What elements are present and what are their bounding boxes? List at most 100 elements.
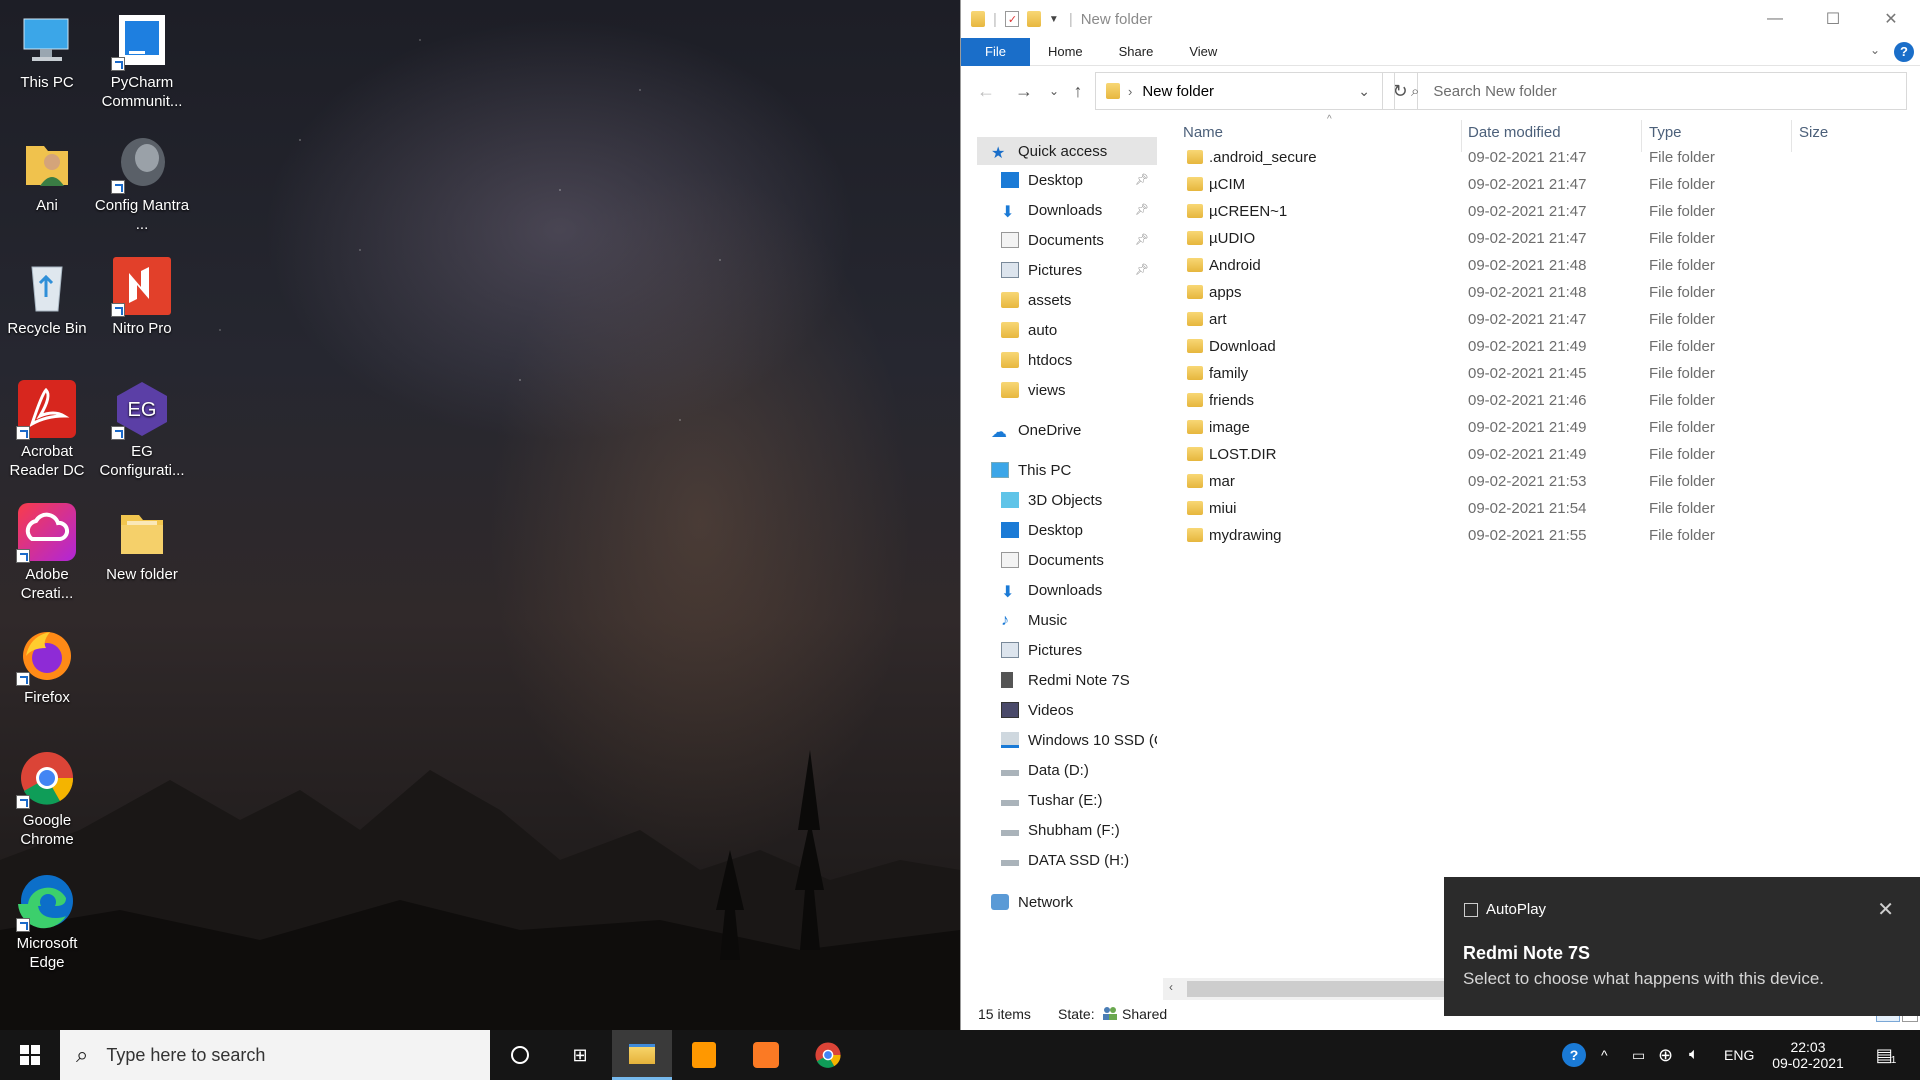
sidebar-item-music[interactable]: ♪ Music xyxy=(1001,606,1157,634)
address-dropdown-icon[interactable]: ⌄ xyxy=(1358,83,1370,100)
sidebar-item-data-ssd-h[interactable]: DATA SSD (H:) xyxy=(1001,846,1157,874)
desktop-icon-microsoft-edge[interactable]: Microsoft Edge xyxy=(0,866,95,972)
file-row[interactable]: art 09-02-2021 21:47 File folder xyxy=(1163,306,1900,333)
sidebar-item-documents[interactable]: Documents 📌︎ xyxy=(1001,226,1157,254)
breadcrumb-current[interactable]: New folder xyxy=(1142,83,1214,100)
desktop-icon-config-mantra[interactable]: Config Mantra ... xyxy=(94,128,190,234)
volume-icon[interactable]: 🔈︎ xyxy=(1689,1030,1699,1080)
maximize-button[interactable]: ☐ xyxy=(1804,0,1862,38)
taskbar-xampp[interactable] xyxy=(736,1030,796,1080)
help-icon[interactable]: ? xyxy=(1894,42,1914,62)
minimize-button[interactable]: — xyxy=(1746,0,1804,38)
sidebar-item-pc-downloads[interactable]: ⬇ Downloads xyxy=(1001,576,1157,604)
tab-share[interactable]: Share xyxy=(1101,38,1172,66)
taskbar-search-box[interactable]: ⌕ Type here to search xyxy=(60,1030,490,1080)
properties-check-icon[interactable]: ✓ xyxy=(1004,11,1019,27)
nitro-pro-icon xyxy=(111,257,171,317)
close-notification-icon[interactable]: ✕ xyxy=(1877,897,1894,922)
file-row[interactable]: mar 09-02-2021 21:53 File folder xyxy=(1163,468,1900,495)
search-input[interactable]: ⌕ Search New folder xyxy=(1394,72,1907,110)
desktop-icon-google-chrome[interactable]: Google Chrome xyxy=(0,743,95,849)
desktop-icon-acrobat-reader[interactable]: Acrobat Reader DC xyxy=(0,374,95,480)
up-arrow-icon[interactable]: ↑ xyxy=(1065,78,1091,104)
taskbar-sublime-text[interactable] xyxy=(674,1030,734,1080)
back-arrow-icon[interactable]: ← xyxy=(973,78,999,104)
cortana-button[interactable] xyxy=(490,1030,550,1080)
sidebar-item-desktop[interactable]: Desktop 📌︎ xyxy=(1001,166,1157,194)
action-center-button[interactable]: ▤ 1 xyxy=(1866,1030,1906,1080)
network-globe-icon[interactable]: ⊕ xyxy=(1658,1030,1673,1080)
file-row[interactable]: image 09-02-2021 21:49 File folder xyxy=(1163,414,1900,441)
tab-view[interactable]: View xyxy=(1171,38,1235,66)
file-row[interactable]: Download 09-02-2021 21:49 File folder xyxy=(1163,333,1900,360)
expand-ribbon-icon[interactable]: ⌄ xyxy=(1870,43,1880,57)
taskbar-file-explorer[interactable] xyxy=(612,1030,672,1080)
pin-icon[interactable]: 📌︎ xyxy=(1135,263,1149,277)
clock[interactable]: 22:03 09-02-2021 xyxy=(1768,1030,1848,1080)
sidebar-item-pc-documents[interactable]: Documents xyxy=(1001,546,1157,574)
file-row[interactable]: apps 09-02-2021 21:48 File folder xyxy=(1163,279,1900,306)
pin-icon[interactable]: 📌︎ xyxy=(1135,233,1149,247)
sidebar-item-onedrive[interactable]: ☁ OneDrive xyxy=(991,416,1157,444)
file-row[interactable]: µUDIO 09-02-2021 21:47 File folder xyxy=(1163,225,1900,252)
start-button[interactable] xyxy=(0,1030,60,1080)
desktop-icon-new-folder[interactable]: New folder xyxy=(94,497,190,584)
sidebar-item-windows-ssd[interactable]: Windows 10 SSD (C xyxy=(1001,726,1157,754)
desktop-icon-nitro-pro[interactable]: Nitro Pro xyxy=(94,251,190,338)
sidebar-item-redmi-note[interactable]: Redmi Note 7S xyxy=(1001,666,1157,694)
scroll-left-icon[interactable]: ‹ xyxy=(1169,980,1173,994)
sidebar-item-tushar-e[interactable]: Tushar (E:) xyxy=(1001,786,1157,814)
file-row[interactable]: miui 09-02-2021 21:54 File folder xyxy=(1163,495,1900,522)
show-hidden-icons-button[interactable]: ^ xyxy=(1601,1030,1608,1080)
tab-home[interactable]: Home xyxy=(1030,38,1101,66)
sidebar-item-downloads[interactable]: ⬇ Downloads 📌︎ xyxy=(1001,196,1157,224)
taskbar-search-placeholder: Type here to search xyxy=(106,1044,266,1065)
file-row[interactable]: Android 09-02-2021 21:48 File folder xyxy=(1163,252,1900,279)
sidebar-item-pc-pictures[interactable]: Pictures xyxy=(1001,636,1157,664)
sidebar-item-pictures[interactable]: Pictures 📌︎ xyxy=(1001,256,1157,284)
language-indicator[interactable]: ENG xyxy=(1724,1030,1754,1080)
close-button[interactable]: ✕ xyxy=(1862,0,1920,38)
desktop-icon-ani[interactable]: Ani xyxy=(0,128,95,215)
desktop-icon-eg-configuration[interactable]: EG EG Configurati... xyxy=(94,374,190,480)
sidebar-item-videos[interactable]: Videos xyxy=(1001,696,1157,724)
autoplay-notification[interactable]: AutoPlay ✕ Redmi Note 7S Select to choos… xyxy=(1444,877,1920,1016)
file-name: µCREEN~1 xyxy=(1209,203,1288,220)
task-view-button[interactable]: ⊞ xyxy=(550,1030,610,1080)
recent-locations-icon[interactable]: ⌄ xyxy=(1041,78,1067,104)
sidebar-item-pc-desktop[interactable]: Desktop xyxy=(1001,516,1157,544)
desktop-icon-adobe-creative[interactable]: Adobe Creati... xyxy=(0,497,95,603)
sidebar-item-assets[interactable]: assets xyxy=(1001,286,1157,314)
file-row[interactable]: .android_secure 09-02-2021 21:47 File fold… xyxy=(1163,144,1900,171)
sidebar-item-this-pc[interactable]: This PC xyxy=(991,456,1157,484)
battery-icon[interactable]: ▭ xyxy=(1632,1030,1645,1080)
sidebar-item-data-d[interactable]: Data (D:) xyxy=(1001,756,1157,784)
desktop-icon-pycharm[interactable]: PyCharm Communit... xyxy=(94,5,190,111)
sidebar-item-3d-objects[interactable]: 3D Objects xyxy=(1001,486,1157,514)
desktop-icon-firefox[interactable]: Firefox xyxy=(0,620,95,707)
sidebar-item-network[interactable]: Network xyxy=(991,888,1157,916)
sidebar-item-quick-access[interactable]: ★ Quick access xyxy=(977,137,1157,165)
file-row[interactable]: friends 09-02-2021 21:46 File folder xyxy=(1163,387,1900,414)
new-folder-icon[interactable] xyxy=(1026,11,1041,27)
file-row[interactable]: µCIM 09-02-2021 21:47 File folder xyxy=(1163,171,1900,198)
pin-icon[interactable]: 📌︎ xyxy=(1135,173,1149,187)
pin-icon[interactable]: 📌︎ xyxy=(1135,203,1149,217)
desktop-icon-this-pc[interactable]: This PC xyxy=(0,5,95,92)
file-row[interactable]: µCREEN~1 09-02-2021 21:47 File folder xyxy=(1163,198,1900,225)
forward-arrow-icon[interactable]: → xyxy=(1011,78,1037,104)
file-list: ^ Name Date modified Type Size .android_… xyxy=(1163,114,1920,976)
file-row[interactable]: mydrawing 09-02-2021 21:55 File folder xyxy=(1163,522,1900,549)
address-bar[interactable]: › New folder ⌄ xyxy=(1095,72,1383,110)
tray-help-icon[interactable]: ? xyxy=(1562,1030,1586,1080)
desktop-icon-recycle-bin[interactable]: Recycle Bin xyxy=(0,251,95,338)
quick-access-dropdown-icon[interactable]: ▼ xyxy=(1049,14,1059,25)
sidebar-item-views[interactable]: views xyxy=(1001,376,1157,404)
file-row[interactable]: LOST.DIR 09-02-2021 21:49 File folder xyxy=(1163,441,1900,468)
taskbar-chrome[interactable] xyxy=(798,1030,858,1080)
tab-file[interactable]: File xyxy=(961,37,1030,66)
sidebar-item-shubham-f[interactable]: Shubham (F:) xyxy=(1001,816,1157,844)
sidebar-item-htdocs[interactable]: htdocs xyxy=(1001,346,1157,374)
sidebar-item-auto[interactable]: auto xyxy=(1001,316,1157,344)
file-row[interactable]: family 09-02-2021 21:45 File folder xyxy=(1163,360,1900,387)
